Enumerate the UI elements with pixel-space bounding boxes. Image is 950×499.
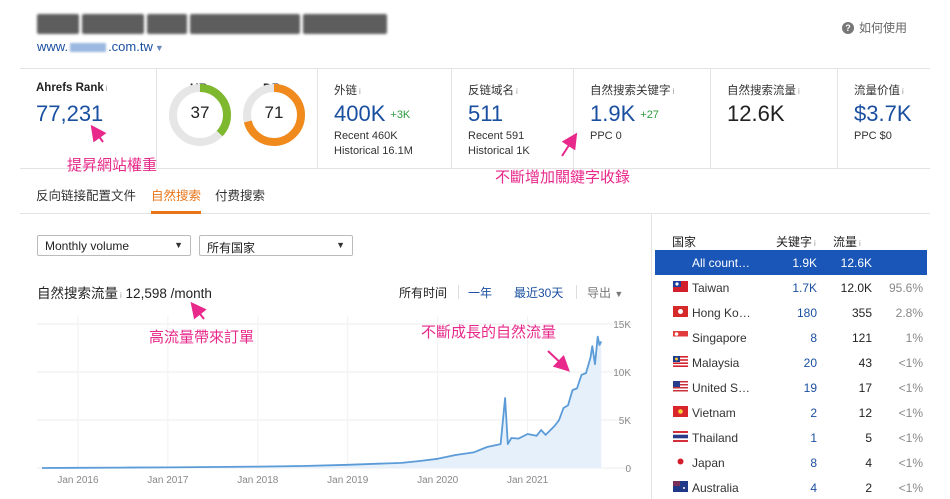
arrow-growth <box>547 350 570 372</box>
arrow-rank <box>90 124 107 143</box>
arrow-keywords <box>561 132 578 157</box>
arrow-traffic <box>190 301 207 320</box>
annotation-arrows <box>90 124 578 372</box>
